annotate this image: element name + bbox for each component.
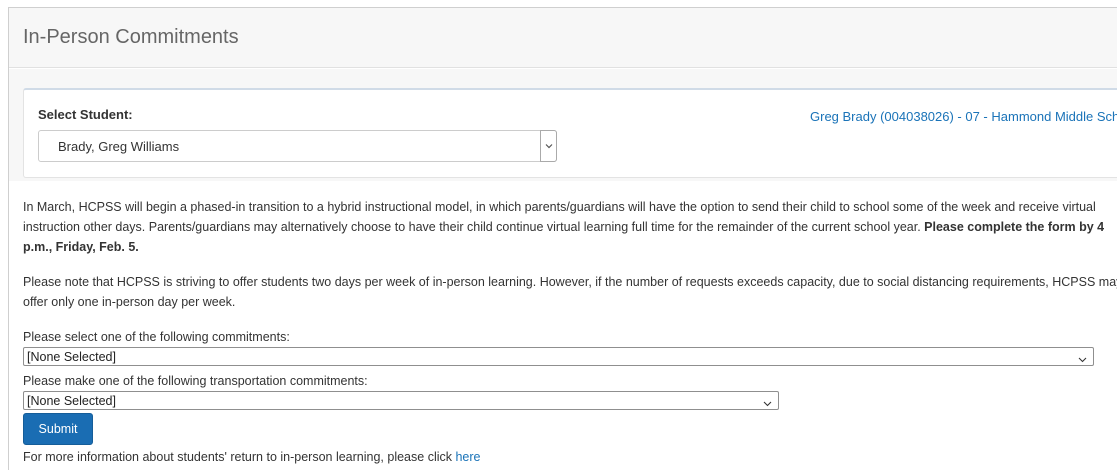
chevron-down-icon xyxy=(1078,352,1087,366)
transportation-label: Please make one of the following transpo… xyxy=(23,374,368,388)
student-info-link[interactable]: Greg Brady (004038026) - 07 - Hammond Mi… xyxy=(810,109,1117,124)
page-frame: In-Person Commitments Select Student: Br… xyxy=(8,7,1117,470)
chevron-down-icon[interactable] xyxy=(540,130,557,162)
student-selection-panel: Select Student: Brady, Greg Williams Gre… xyxy=(23,88,1117,178)
chevron-down-icon xyxy=(763,396,772,410)
commitment-select-value: [None Selected] xyxy=(27,350,116,364)
capacity-note-paragraph: Please note that HCPSS is striving to of… xyxy=(23,275,1117,309)
more-info-link[interactable]: here xyxy=(455,450,480,464)
intro-paragraph: In March, HCPSS will begin a phased-in t… xyxy=(23,197,1117,257)
transportation-select[interactable]: [None Selected] xyxy=(23,391,779,410)
commitment-select[interactable]: [None Selected] xyxy=(23,347,1094,366)
selected-student-value: Brady, Greg Williams xyxy=(58,139,180,154)
submit-button[interactable]: Submit xyxy=(23,413,93,445)
transportation-select-value: [None Selected] xyxy=(27,394,116,408)
more-info-line: For more information about students' ret… xyxy=(23,450,481,464)
commitment-label: Please select one of the following commi… xyxy=(23,330,290,344)
page-header: In-Person Commitments xyxy=(9,8,1117,68)
select-student-label: Select Student: xyxy=(38,107,133,122)
student-select[interactable]: Brady, Greg Williams xyxy=(38,130,557,162)
page-title: In-Person Commitments xyxy=(23,26,239,48)
more-info-text: For more information about students' ret… xyxy=(23,450,456,464)
